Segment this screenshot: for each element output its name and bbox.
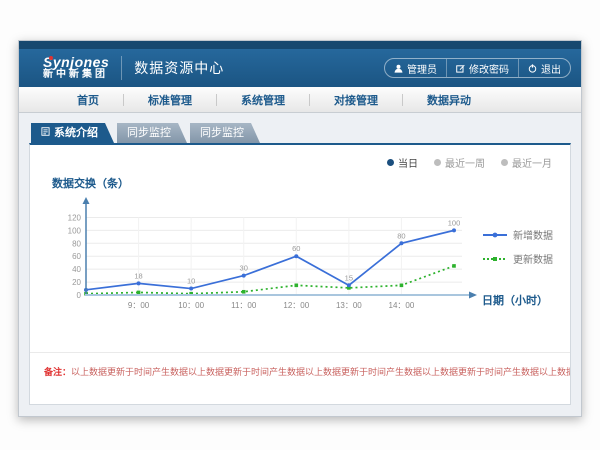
svg-text:10：00: 10：00 [178,301,204,310]
app-window: Synjones 新中新集团 数据资源中心 管理员 修改密码 [18,40,582,417]
svg-text:80: 80 [72,239,81,248]
radio-label: 最近一周 [445,155,485,170]
desktop-background: Synjones 新中新集团 数据资源中心 管理员 修改密码 [0,0,600,450]
nav-item-standard-management[interactable]: 标准管理 [124,92,216,108]
edit-icon [456,64,465,73]
radio-label: 最近一月 [512,155,552,170]
tab-system-intro[interactable]: 系统介绍 [31,123,114,143]
tab-sync-monitor-1[interactable]: 同步监控 [117,123,187,143]
logo-subtext: 新中新集团 [43,70,109,81]
chart-panel: 当日 最近一周 最近一月 数据交换（条） 0 20 40 60 80 100 120 9：00… [29,143,571,405]
svg-text:40: 40 [72,265,81,274]
tab-label: 系统介绍 [54,123,98,143]
svg-text:120: 120 [68,213,82,222]
content-area: 系统介绍 同步监控 同步监控 当日 最近一周 [19,113,581,418]
nav-item-system-management[interactable]: 系统管理 [217,92,309,108]
app-header: Synjones 新中新集团 数据资源中心 管理员 修改密码 [19,49,581,87]
svg-text:10: 10 [187,277,195,286]
svg-text:0: 0 [77,291,82,300]
radio-dot [387,159,394,166]
tab-label: 同步监控 [200,123,244,143]
svg-text:14：00: 14：00 [389,301,415,310]
svg-text:80: 80 [397,231,405,240]
power-icon [528,64,537,73]
x-axis-title: 日期（小时） [482,292,568,308]
legend-label: 新增数据 [513,227,553,242]
tab-bar: 系统介绍 同步监控 同步监控 [31,123,571,143]
legend-item-new-data[interactable]: 新增数据 [482,227,568,242]
legend-line-sample [482,255,508,263]
tab-label: 同步监控 [127,123,171,143]
change-password-label: 修改密码 [469,61,509,76]
logout-label: 退出 [541,61,561,76]
page-title: 数据资源中心 [134,58,224,78]
svg-text:12：00: 12：00 [283,301,309,310]
footnote: 备注：以上数据更新于时间产生数据以上数据更新于时间产生数据以上数据更新于时间产生… [30,352,570,404]
nav-item-interface-management[interactable]: 对接管理 [310,92,402,108]
nav-item-home[interactable]: 首页 [53,92,123,108]
header-actions: 管理员 修改密码 退出 [384,58,571,78]
svg-text:20: 20 [72,278,81,287]
svg-text:100: 100 [448,218,461,227]
legend-line-sample [482,231,508,239]
radio-label: 当日 [398,155,418,170]
radio-dot [434,159,441,166]
window-top-strip [19,41,581,49]
chart-side-column: 新增数据 更新数据 日期（小时） [482,193,568,319]
line-chart: 0 20 40 60 80 100 120 9：00 10：00 11：00 12：00 13：00 1… [50,193,482,319]
svg-text:15: 15 [345,273,353,282]
document-icon [41,123,50,143]
nav-item-data-change[interactable]: 数据异动 [403,92,495,108]
brand-logo: Synjones 新中新集团 [29,55,109,80]
user-icon [394,64,403,73]
legend-label: 更新数据 [513,251,553,266]
svg-text:18: 18 [134,271,142,280]
user-button[interactable]: 管理员 [385,59,446,77]
radio-last-week[interactable]: 最近一周 [434,155,485,170]
header-divider [121,56,122,80]
y-axis-title: 数据交换（条） [52,175,570,191]
footnote-text: 以上数据更新于时间产生数据以上数据更新于时间产生数据以上数据更新于时间产生数据以… [71,367,570,377]
change-password-button[interactable]: 修改密码 [446,59,518,77]
user-label: 管理员 [407,61,437,76]
svg-text:11：00: 11：00 [231,301,257,310]
radio-today[interactable]: 当日 [387,155,418,170]
svg-text:13：00: 13：00 [336,301,362,310]
radio-last-month[interactable]: 最近一月 [501,155,552,170]
svg-text:60: 60 [292,244,300,253]
svg-text:9：00: 9：00 [128,301,150,310]
radio-dot [501,159,508,166]
time-range-filter: 当日 最近一周 最近一月 [387,155,552,170]
svg-text:100: 100 [68,226,82,235]
svg-text:60: 60 [72,252,81,261]
chart-legend: 新增数据 更新数据 [482,227,568,266]
main-nav: 首页 标准管理 系统管理 对接管理 数据异动 [19,87,581,113]
logout-button[interactable]: 退出 [518,59,570,77]
svg-text:30: 30 [240,264,248,273]
chart-area: 数据交换（条） 0 20 40 60 80 100 120 9：00 10：00 11：00 12：… [30,145,570,319]
legend-item-update-data[interactable]: 更新数据 [482,251,568,266]
tab-sync-monitor-2[interactable]: 同步监控 [190,123,260,143]
footnote-label: 备注： [44,367,71,377]
